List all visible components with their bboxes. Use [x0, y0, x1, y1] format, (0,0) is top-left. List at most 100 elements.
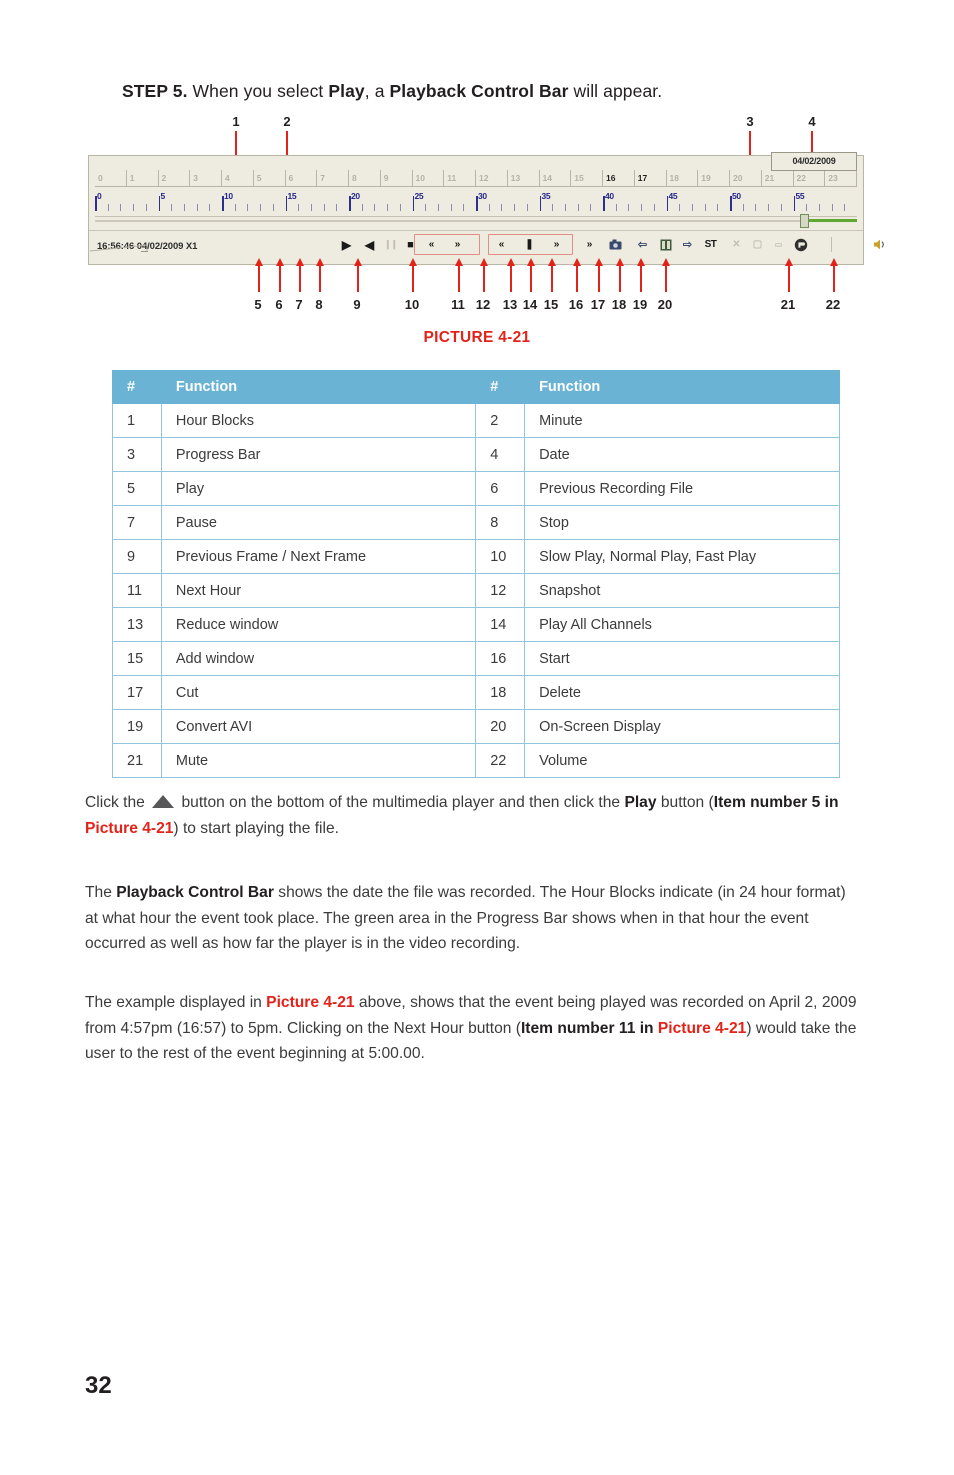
header-function-right: Function: [524, 370, 840, 404]
callout-number-11: 11: [451, 297, 465, 312]
hour-block-18[interactable]: 18: [666, 170, 699, 187]
hour-block-11[interactable]: 11: [444, 170, 476, 187]
minute-tick-9: [209, 204, 211, 211]
hour-block-7[interactable]: 7: [317, 170, 349, 187]
cut-button[interactable]: ✕: [728, 236, 745, 253]
callout-arrow-20: [662, 258, 670, 292]
hour-block-16[interactable]: 16: [603, 170, 635, 187]
fast-play-button[interactable]: »: [548, 236, 565, 253]
cell-function: Minute: [524, 403, 840, 438]
stop-button[interactable]: ■: [402, 236, 419, 253]
hour-block-15[interactable]: 15: [571, 170, 603, 187]
hour-blocks[interactable]: 0 1 2 3 4 5 6 7 8 9 10 11 12 13 14 15 16 17 18 19 20 21 22 23: [95, 170, 857, 187]
hour-block-5[interactable]: 5: [253, 170, 286, 187]
progress-handle[interactable]: [799, 214, 809, 228]
callout-number-13: 13: [502, 297, 518, 312]
hour-block-2[interactable]: 2: [158, 170, 191, 187]
cell-number: 3: [112, 437, 162, 472]
next-frame-button[interactable]: »: [449, 236, 466, 253]
progress-bar[interactable]: [95, 214, 857, 228]
p2-bold-control-bar: Playback Control Bar: [116, 884, 274, 901]
cell-function: Mute: [160, 743, 477, 778]
on-screen-display-button[interactable]: [792, 236, 809, 253]
minute-tick-26: [425, 204, 427, 211]
hour-block-21[interactable]: 21: [761, 170, 794, 187]
hour-block-6[interactable]: 6: [285, 170, 318, 187]
hour-block-3[interactable]: 3: [190, 170, 222, 187]
minute-tick-13: [260, 204, 262, 211]
hour-block-19[interactable]: 19: [698, 170, 730, 187]
next-hour-button[interactable]: »: [581, 236, 598, 253]
hour-block-4[interactable]: 4: [222, 170, 254, 187]
convert-avi-button[interactable]: ▭: [770, 236, 787, 253]
cell-number: 18: [475, 675, 526, 710]
table-row: 7 Pause 8 Stop: [112, 505, 840, 540]
snapshot-button[interactable]: [607, 236, 624, 253]
callout-arrow-19: [637, 258, 645, 292]
minute-label-20: 20: [351, 191, 360, 201]
add-window-button[interactable]: ⇨: [679, 236, 696, 253]
pause-button[interactable]: ❙❙: [382, 236, 399, 253]
mute-button[interactable]: [871, 236, 888, 253]
callout-arrow-13: [507, 258, 515, 292]
cell-number: 17: [112, 675, 162, 710]
cell-function: Pause: [160, 505, 477, 540]
cell-function: Previous Frame / Next Frame: [160, 539, 477, 574]
previous-recording-file-button[interactable]: ◀: [361, 236, 378, 253]
slow-play-button[interactable]: «: [493, 236, 510, 253]
paragraph-click-play: Click the button on the bottom of the mu…: [85, 790, 860, 841]
playback-control-bar[interactable]: 04/02/2009 0 1 2 3 4 5 6 7 8 9 10 11 12 13 14 15 16 17 18 1…: [88, 152, 884, 265]
cell-number: 22: [475, 743, 526, 778]
hour-block-10[interactable]: 10: [412, 170, 445, 187]
minute-tick-44: [653, 204, 655, 211]
minute-tick-47: [691, 204, 693, 211]
play-all-channels-button[interactable]: [657, 236, 674, 253]
start-button[interactable]: ST: [702, 236, 719, 253]
volume-slider[interactable]: [89, 243, 151, 253]
minute-tick-31: [488, 204, 490, 211]
hour-block-22[interactable]: 22: [793, 170, 826, 187]
callout-arrow-16: [573, 258, 581, 292]
minute-tick-46: [679, 204, 681, 211]
hour-block-9[interactable]: 9: [380, 170, 413, 187]
minute-tick-51: [742, 204, 744, 211]
callout-number-14: 14: [522, 297, 538, 312]
cell-function: Date: [524, 437, 840, 472]
hour-block-8[interactable]: 8: [349, 170, 381, 187]
minute-tick-18: [323, 204, 325, 211]
cell-function: Progress Bar: [160, 437, 477, 472]
delete-button[interactable]: ▢: [749, 236, 766, 253]
paragraph-example-desc: The example displayed in Picture 4-21 ab…: [85, 990, 860, 1067]
play-button[interactable]: ▶: [338, 236, 355, 253]
previous-frame-button[interactable]: «: [423, 236, 440, 253]
triangle-up-icon: [152, 795, 175, 808]
player-toolbar: 16:56:46 04/02/2009 X1 ▶ ◀ ❙❙ ■ « » « ❚ …: [89, 230, 884, 265]
callout-number-20: 20: [657, 297, 673, 312]
cell-number: 1: [112, 403, 162, 438]
reduce-window-button[interactable]: ⇦: [634, 236, 651, 253]
hour-block-17[interactable]: 17: [634, 170, 667, 187]
minute-tick-36: [552, 204, 554, 211]
minute-tick-7: [183, 204, 185, 211]
minute-label-15: 15: [287, 191, 297, 201]
callout-number-9: 9: [353, 297, 361, 312]
callout-number-18: 18: [611, 297, 627, 312]
hour-block-12[interactable]: 12: [476, 170, 508, 187]
minute-tick-41: [615, 204, 617, 211]
hour-block-13[interactable]: 13: [507, 170, 540, 187]
minute-label-50: 50: [732, 191, 741, 201]
hour-block-14[interactable]: 14: [539, 170, 572, 187]
minute-tick-6: [171, 204, 173, 211]
hour-block-20[interactable]: 20: [730, 170, 762, 187]
minute-tick-16: [298, 204, 300, 211]
hour-block-1[interactable]: 1: [126, 170, 159, 187]
minute-tick-8: [196, 204, 198, 211]
hour-block-0[interactable]: 0: [95, 170, 127, 187]
minute-ruler[interactable]: 0 5 10 15 20 25 30 35 40 45 50 55: [95, 191, 857, 211]
normal-play-button[interactable]: ❚: [521, 236, 538, 253]
cell-number: 4: [475, 437, 526, 472]
table-row: 9 Previous Frame / Next Frame 10 Slow Play,…: [112, 539, 840, 574]
hour-block-23[interactable]: 23: [825, 170, 857, 187]
progress-track: [95, 220, 857, 222]
cell-number: 9: [112, 539, 162, 574]
